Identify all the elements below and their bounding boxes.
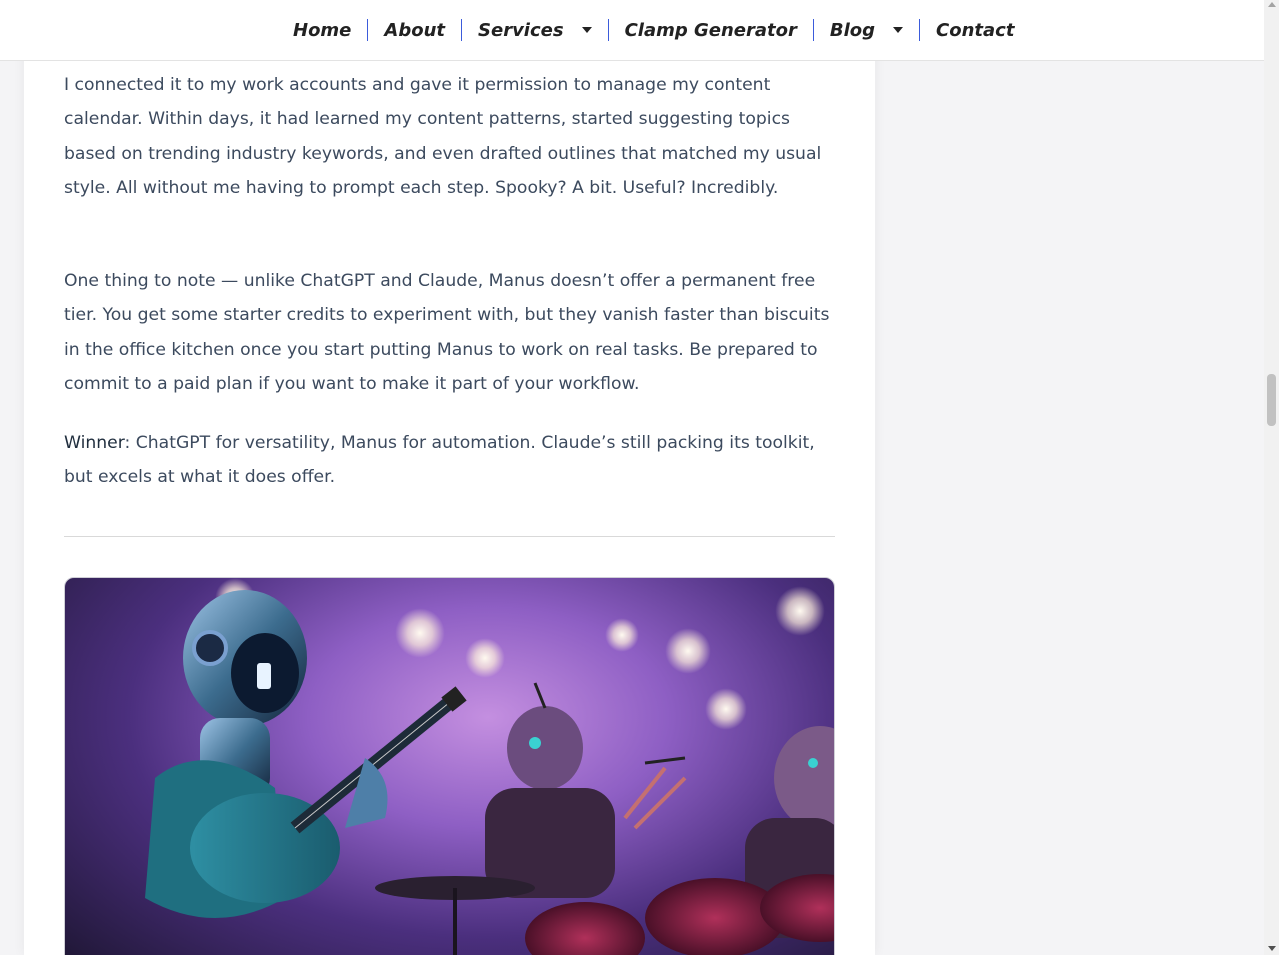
winner-text: : ChatGPT for versatility, Manus for aut… [64,433,815,488]
nav-blog-label: Blog [829,19,876,41]
page-scrollbar[interactable] [1264,0,1279,955]
robot-band-image [64,577,835,955]
section-divider [64,536,835,537]
nav-services-label: Services [478,19,564,41]
nav-clamp-generator[interactable]: Clamp Generator [609,19,813,41]
nav-home[interactable]: Home [277,19,367,41]
scrollbar-thumb[interactable] [1267,374,1276,426]
nav-contact-label: Contact [936,19,1015,41]
winner-paragraph: Winner: ChatGPT for versatility, Manus f… [64,426,839,495]
main-nav: Home About Services Clamp Generator Blog… [277,0,1030,60]
nav-services[interactable]: Services [462,19,608,41]
scroll-down-arrow-icon[interactable] [1268,946,1276,951]
scroll-up-arrow-icon[interactable] [1268,2,1276,7]
robot-band-illustration [145,590,834,955]
caret-down-icon[interactable] [581,27,592,33]
site-header: Home About Services Clamp Generator Blog… [0,0,1264,61]
nav-contact[interactable]: Contact [920,19,1030,41]
article-paragraph: One thing to note — unlike ChatGPT and C… [64,271,830,394]
nav-home-label: Home [293,19,352,41]
nav-clamp-generator-label: Clamp Generator [624,19,797,41]
article-body: I connected it to my work accounts and g… [24,0,875,955]
caret-down-icon[interactable] [893,27,904,33]
winner-label: Winner [64,433,125,453]
nav-about[interactable]: About [368,19,461,41]
nav-blog[interactable]: Blog [814,19,919,41]
article-paragraph: I connected it to my work accounts and g… [64,75,822,198]
nav-about-label: About [384,19,446,41]
